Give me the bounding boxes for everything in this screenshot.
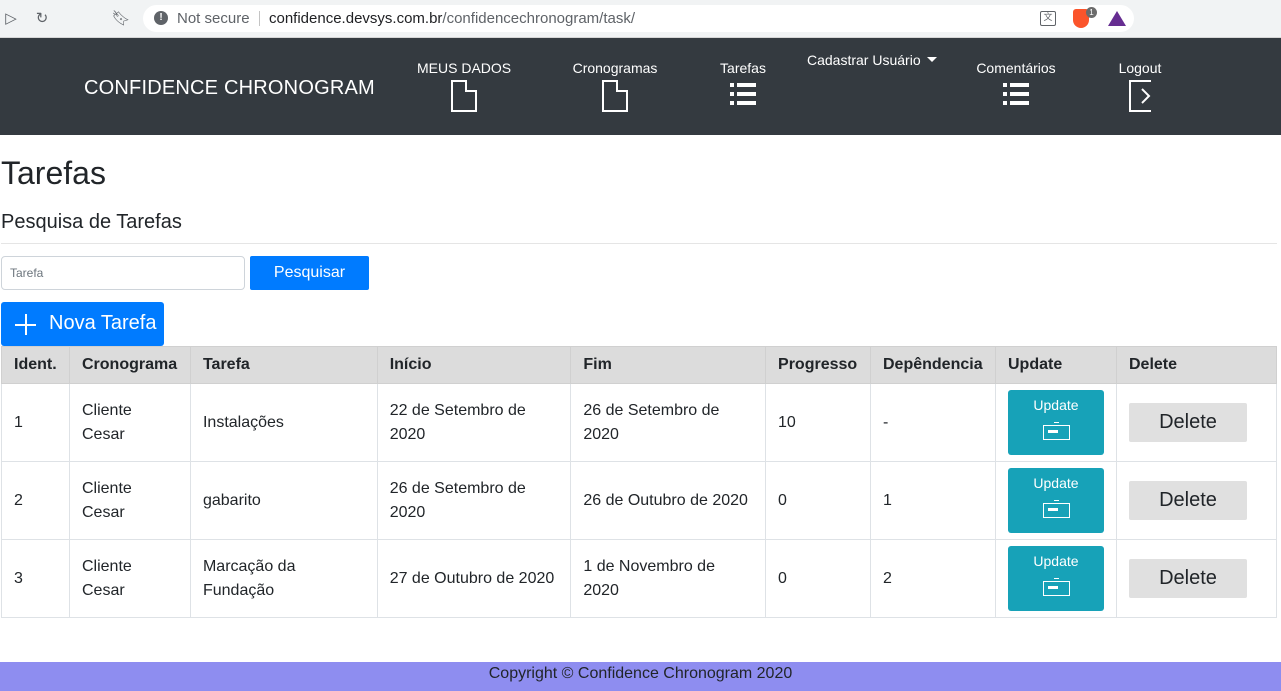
- column-header: Update: [994, 346, 1117, 384]
- section-title: Pesquisa de Tarefas: [1, 211, 182, 233]
- update-label: Update: [1033, 553, 1079, 569]
- cell-dependencia: 2: [870, 539, 996, 618]
- nav-item-label: Logout: [1118, 60, 1162, 76]
- edit-icon: [1042, 422, 1070, 440]
- address-bar[interactable]: ! Not secure confidence.devsys.com.br/co…: [143, 5, 1134, 32]
- new-task-label: Nova Tarefa: [49, 312, 157, 334]
- cell-progresso: 0: [765, 461, 871, 540]
- url-text[interactable]: confidence.devsys.com.br/confidencechron…: [269, 10, 635, 27]
- url-path: /confidencechronogram/task/: [442, 10, 636, 27]
- chevron-down-icon: [926, 57, 937, 62]
- column-header: Progresso: [765, 346, 871, 384]
- divider: [1, 243, 1277, 244]
- update-label: Update: [1033, 397, 1079, 413]
- info-icon[interactable]: !: [154, 11, 168, 25]
- cell-update: Update: [994, 539, 1117, 618]
- cell-cronograma: Cliente Cesar: [68, 539, 191, 618]
- search-button[interactable]: Pesquisar: [250, 256, 369, 290]
- column-header: Cronograma: [68, 346, 191, 384]
- url-host: confidence.devsys.com.br: [269, 10, 443, 27]
- logout-icon: [1129, 80, 1151, 112]
- cell-update: Update: [994, 383, 1117, 462]
- top-navbar: CONFIDENCE CHRONOGRAM MEUS DADOS Cronogr…: [0, 38, 1281, 135]
- security-label[interactable]: Not secure: [177, 10, 250, 27]
- table-row: 3 Cliente Cesar Marcação da Fundação 27 …: [1, 539, 1278, 618]
- page-footer: Copyright © Confidence Chronogram 2020: [0, 662, 1281, 691]
- table-header-row: Ident. Cronograma Tarefa Início Fim Prog…: [1, 346, 1278, 384]
- translate-icon[interactable]: 文: [1040, 11, 1056, 26]
- nav-item-tarefas[interactable]: Tarefas: [718, 60, 768, 105]
- table-row: 1 Cliente Cesar Instalações 22 de Setemb…: [1, 383, 1278, 462]
- cell-inicio: 22 de Setembro de 2020: [376, 383, 572, 462]
- file-icon: [451, 80, 477, 112]
- nav-item-comentarios[interactable]: Comentários: [975, 60, 1057, 105]
- nav-item-label: Comentários: [976, 60, 1056, 76]
- cell-id: 1: [1, 383, 70, 462]
- search-input[interactable]: [1, 256, 245, 290]
- nav-item-cronogramas[interactable]: Cronogramas: [571, 60, 659, 112]
- nav-item-meus-dados[interactable]: MEUS DADOS: [417, 60, 511, 112]
- rewards-icon[interactable]: [1108, 11, 1126, 26]
- cell-id: 2: [1, 461, 70, 540]
- column-header: Tarefa: [189, 346, 378, 384]
- cell-fim: 26 de Outubro de 2020: [570, 461, 767, 540]
- bookmark-icon[interactable]: 🔖︎: [110, 8, 132, 30]
- cell-tarefa: Marcação da Fundação: [189, 539, 378, 618]
- cell-id: 3: [1, 539, 70, 618]
- brand-title[interactable]: CONFIDENCE CHRONOGRAM: [84, 77, 375, 100]
- cell-fim: 1 de Novembro de 2020: [570, 539, 767, 618]
- cell-progresso: 10: [765, 383, 871, 462]
- page-title: Tarefas: [1, 155, 106, 191]
- cell-fim: 26 de Setembro de 2020: [570, 383, 767, 462]
- list-icon: [1003, 83, 1029, 105]
- edit-icon: [1042, 500, 1070, 518]
- update-button[interactable]: Update: [1007, 390, 1104, 455]
- nav-item-label: MEUS DADOS: [417, 60, 512, 76]
- nav-item-logout[interactable]: Logout: [1117, 60, 1163, 112]
- column-header: Ident.: [1, 346, 70, 384]
- column-header: Fim: [570, 346, 767, 384]
- update-label: Update: [1033, 475, 1079, 491]
- column-header: Depêndencia: [870, 346, 996, 384]
- cell-delete: Delete: [1115, 461, 1278, 540]
- column-header: Início: [376, 346, 572, 384]
- cell-cronograma: Cliente Cesar: [68, 383, 191, 462]
- file-icon: [602, 80, 628, 112]
- plus-icon: [15, 314, 36, 335]
- tasks-table: Ident. Cronograma Tarefa Início Fim Prog…: [1, 346, 1278, 618]
- nav-dropdown-cadastrar-usuario[interactable]: Cadastrar Usuário: [807, 52, 939, 68]
- list-icon: [730, 83, 756, 105]
- edit-icon: [1042, 578, 1070, 596]
- new-task-button[interactable]: Nova Tarefa: [1, 302, 164, 346]
- delete-button[interactable]: Delete: [1128, 403, 1247, 442]
- cell-dependencia: 1: [870, 461, 996, 540]
- update-button[interactable]: Update: [1007, 468, 1104, 533]
- cell-tarefa: Instalações: [189, 383, 378, 462]
- cell-inicio: 27 de Outubro de 2020: [376, 539, 572, 618]
- delete-button[interactable]: Delete: [1128, 559, 1247, 598]
- url-separator: [259, 11, 260, 26]
- cell-progresso: 0: [765, 539, 871, 618]
- cell-dependencia: -: [870, 383, 996, 462]
- forward-icon[interactable]: ▷: [0, 8, 22, 30]
- cell-delete: Delete: [1115, 539, 1278, 618]
- cell-inicio: 26 de Setembro de 2020: [376, 461, 572, 540]
- cell-delete: Delete: [1115, 383, 1278, 462]
- cell-tarefa: gabarito: [189, 461, 378, 540]
- browser-toolbar: ▷ ↻ 🔖︎ ! Not secure confidence.devsys.co…: [0, 0, 1281, 38]
- cell-update: Update: [994, 461, 1117, 540]
- column-header: Delete: [1115, 346, 1278, 384]
- delete-button[interactable]: Delete: [1128, 481, 1247, 520]
- nav-item-label: Tarefas: [720, 60, 766, 76]
- cell-cronograma: Cliente Cesar: [68, 461, 191, 540]
- shields-count-badge: 1: [1086, 7, 1097, 18]
- reload-icon[interactable]: ↻: [31, 8, 53, 30]
- nav-item-label: Cronogramas: [572, 60, 658, 76]
- nav-item-label: Cadastrar Usuário: [807, 52, 921, 68]
- update-button[interactable]: Update: [1007, 546, 1104, 611]
- table-row: 2 Cliente Cesar gabarito 26 de Setembro …: [1, 461, 1278, 540]
